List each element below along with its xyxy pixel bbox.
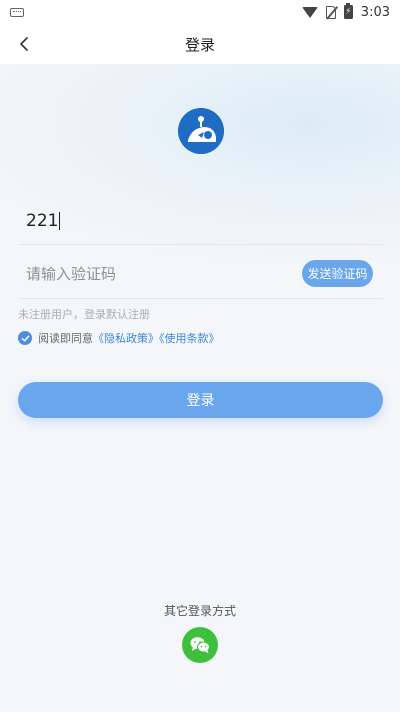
keyboard-icon — [10, 7, 24, 17]
phone-input-value[interactable]: 221 — [26, 211, 58, 231]
wechat-icon — [190, 637, 210, 654]
phone-field[interactable]: 221 — [18, 198, 383, 245]
agreement-prefix: 阅读即同意 — [38, 332, 93, 345]
app-logo-icon — [178, 108, 224, 154]
nav-bar: 登录 — [0, 24, 400, 64]
login-button[interactable]: 登录 — [18, 382, 383, 418]
app-logo — [178, 108, 224, 154]
send-code-button[interactable]: 发送验证码 — [302, 259, 373, 287]
status-bar: 3:03 — [0, 0, 400, 24]
register-hint: 未注册用户，登录默认注册 — [18, 308, 150, 321]
other-login-title: 其它登录方式 — [163, 604, 236, 618]
wifi-icon — [301, 6, 318, 18]
status-time: 3:03 — [360, 4, 390, 20]
code-input-placeholder[interactable]: 请输入验证码 — [26, 263, 116, 284]
back-button[interactable] — [8, 28, 40, 60]
text-caret — [59, 212, 61, 230]
chevron-left-icon — [20, 37, 28, 51]
agreement-row: 阅读即同意《隐私政策》《使用条款》 — [18, 330, 220, 346]
page-title: 登录 — [184, 35, 215, 54]
no-sim-icon — [325, 5, 336, 19]
terms-of-use-link[interactable]: 《使用条款》 — [159, 332, 220, 345]
verification-code-field[interactable]: 请输入验证码 发送验证码 — [18, 248, 383, 299]
privacy-policy-link[interactable]: 《隐私政策》 — [93, 332, 159, 345]
checkmark-icon — [21, 335, 29, 341]
wechat-login-button[interactable] — [182, 627, 218, 663]
battery-charging-icon — [343, 3, 353, 19]
agree-checkbox[interactable] — [18, 331, 32, 345]
